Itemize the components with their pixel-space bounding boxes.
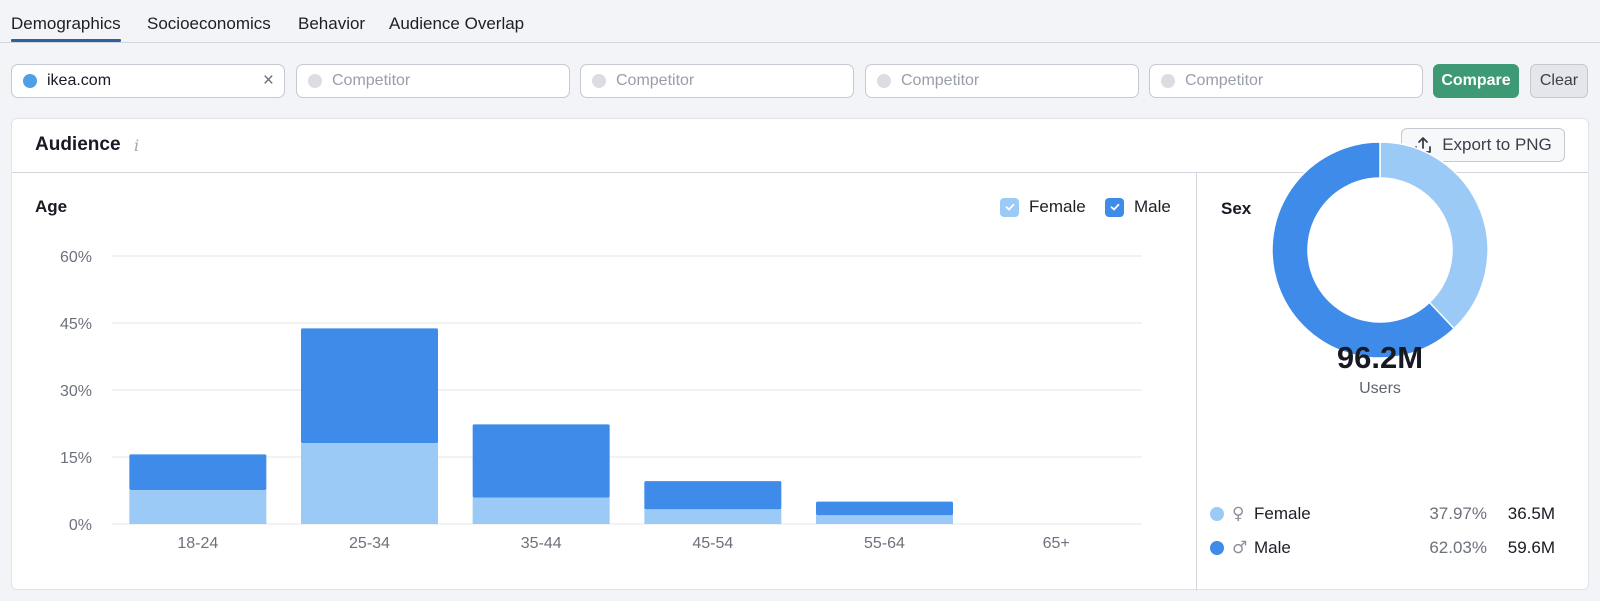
male-icon: ♂ [1232,538,1248,558]
competitor-input-2[interactable]: Competitor [580,64,854,98]
male-percent: 62.03% [1429,538,1487,557]
bar-male-35-44[interactable] [472,424,610,498]
y-tick-label: 30% [60,383,92,400]
y-tick-label: 0% [69,517,92,534]
sex-title: Sex [1221,199,1252,218]
domain-value[interactable]: ikea.com [47,72,111,90]
tab-behavior[interactable]: Behavior [298,14,365,34]
y-tick-label: 60% [60,249,92,266]
tab-audience-overlap[interactable]: Audience Overlap [389,14,524,34]
y-tick-label: 45% [60,316,92,333]
bar-female-45-54[interactable] [644,509,782,524]
tab-socioeconomics[interactable]: Socioeconomics [147,14,271,34]
x-tick-label: 25-34 [349,535,390,552]
donut-total-label: Users [1359,380,1401,397]
sex-donut-chart [1271,141,1489,359]
bar-female-18-24[interactable] [129,490,267,524]
competitor-placeholder: Competitor [901,72,980,89]
x-tick-label: 35-44 [521,535,562,552]
competitor-placeholder: Competitor [616,72,695,89]
bar-male-55-64[interactable] [816,501,953,516]
female-icon: ♀ [1232,504,1245,524]
competitor-placeholder: Competitor [332,72,411,89]
donut-total-value: 96.2M [1336,340,1424,375]
info-icon[interactable]: i [134,136,139,155]
bar-male-18-24[interactable] [129,454,267,491]
competitor-color-dot [877,74,891,88]
female-label: Female [1254,504,1311,523]
female-color-dot [1210,507,1224,521]
female-count: 36.5M [1507,504,1555,523]
tab-bar: Demographics Socioeconomics Behavior Aud… [0,0,1600,43]
competitor-color-dot [592,74,606,88]
competitor-input-4[interactable]: Competitor [1149,64,1423,98]
bar-female-35-44[interactable] [472,497,610,524]
clear-button[interactable]: Clear [1530,64,1588,98]
section-divider [1196,173,1197,591]
competitor-color-dot [308,74,322,88]
competitor-input-3[interactable]: Competitor [865,64,1139,98]
female-percent: 37.97% [1429,504,1487,523]
donut-slice-female[interactable] [1379,141,1489,330]
x-tick-label: 18-24 [177,535,218,552]
male-color-dot [1210,541,1224,555]
compare-button[interactable]: Compare [1433,64,1519,98]
domain-color-dot [23,74,37,88]
bar-female-55-64[interactable] [816,515,953,524]
male-label: Male [1254,538,1291,557]
clear-domain-icon[interactable]: × [263,70,274,92]
y-tick-label: 15% [60,450,92,467]
card-title: Audience [35,134,121,155]
x-tick-label: 45-54 [692,535,733,552]
competitor-input-1[interactable]: Competitor [296,64,570,98]
tab-demographics[interactable]: Demographics [11,14,121,42]
bar-male-25-34[interactable] [301,328,438,444]
sex-row-male: ♂ Male 62.03% 59.6M [1210,536,1555,560]
bar-male-45-54[interactable] [644,481,782,510]
male-count: 59.6M [1507,538,1555,557]
age-bar-chart: 0% 15% 30% 45% 60% 18-24 25-34 35-44 45-54 55-64 6… [60,249,1142,552]
x-tick-label: 65+ [1043,535,1070,552]
competitor-placeholder: Competitor [1185,72,1264,89]
x-tick-label: 55-64 [864,535,905,552]
bar-female-25-34[interactable] [301,443,438,524]
domain-input[interactable]: ikea.com × [11,64,285,98]
sex-row-female: ♀ Female 37.97% 36.5M [1210,502,1555,526]
competitor-color-dot [1161,74,1175,88]
